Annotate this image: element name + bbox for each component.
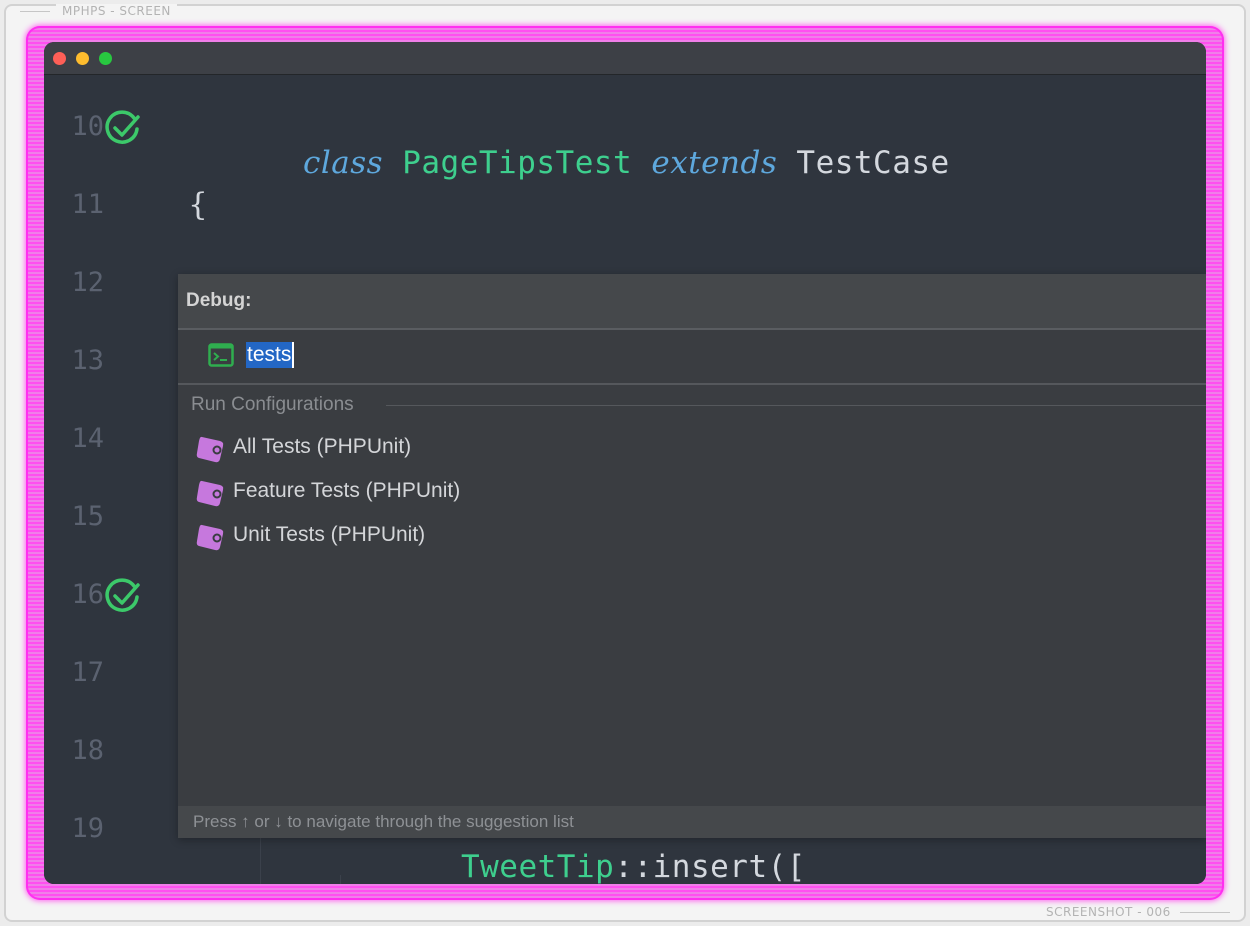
frame-line [1180, 912, 1230, 913]
line-number: 10 [71, 111, 104, 142]
line-number: 15 [71, 501, 104, 532]
run-config-item[interactable]: Unit Tests (PHPUnit) [196, 519, 796, 553]
run-config-item[interactable]: All Tests (PHPUnit) [196, 431, 796, 465]
line-number: 13 [71, 345, 104, 376]
run-test-check-icon[interactable] [104, 110, 142, 148]
line-number: 12 [71, 267, 104, 298]
popup-footer: Press ↑ or ↓ to navigate through the sug… [178, 806, 1206, 838]
popup-search-input[interactable]: tests [246, 342, 295, 368]
maximize-button[interactable] [99, 52, 112, 65]
close-button[interactable] [53, 52, 66, 65]
code-editor[interactable]: 10 11 12 13 14 15 16 17 18 19 class Page… [44, 75, 1206, 884]
title-bar [44, 42, 1206, 75]
run-test-check-icon[interactable] [104, 578, 142, 616]
indent-guide [260, 835, 261, 884]
class-name: TweetTip [460, 849, 615, 884]
line-number: 11 [71, 189, 104, 220]
terminal-icon [208, 343, 234, 367]
line-number: 14 [71, 423, 104, 454]
line-number: 16 [71, 579, 104, 610]
line-number: 18 [71, 735, 104, 766]
phpunit-icon [196, 524, 224, 551]
code-line-11: { [188, 187, 209, 223]
line-number: 17 [71, 657, 104, 688]
frame-bottom-label: SCREENSHOT - 006 [1040, 905, 1177, 919]
run-config-label: Feature Tests (PHPUnit) [233, 479, 461, 502]
navigation-hint: Press ↑ or ↓ to navigate through the sug… [193, 812, 574, 831]
popup-search-row[interactable]: tests [178, 330, 1206, 385]
line-number: 19 [71, 813, 104, 844]
run-config-label: All Tests (PHPUnit) [233, 435, 412, 458]
phpunit-icon [196, 480, 224, 507]
parent-class: TestCase [796, 145, 950, 181]
class-name: PageTipsTest [402, 145, 633, 181]
popup-title: Debug: [186, 290, 252, 311]
frame-line [20, 11, 50, 12]
debug-popup: Debug: tests Run Configurations All Test… [178, 274, 1206, 838]
keyword-extends: extends [651, 145, 778, 181]
method-call: ::insert([ [614, 849, 806, 884]
keyword-class: class [302, 145, 384, 181]
run-config-item[interactable]: Feature Tests (PHPUnit) [196, 475, 796, 509]
code-line-10: class PageTipsTest extends TestCase [188, 109, 950, 217]
section-divider [386, 405, 1206, 406]
run-config-label: Unit Tests (PHPUnit) [233, 523, 426, 546]
minimize-button[interactable] [76, 52, 89, 65]
popup-header: Debug: [178, 274, 1206, 330]
section-label: Run Configurations [191, 394, 354, 415]
ide-window: 10 11 12 13 14 15 16 17 18 19 class Page… [44, 42, 1206, 884]
phpunit-icon [196, 436, 224, 463]
indent-guide [340, 875, 341, 884]
frame-top-label: MPHPS - SCREEN [56, 4, 177, 18]
